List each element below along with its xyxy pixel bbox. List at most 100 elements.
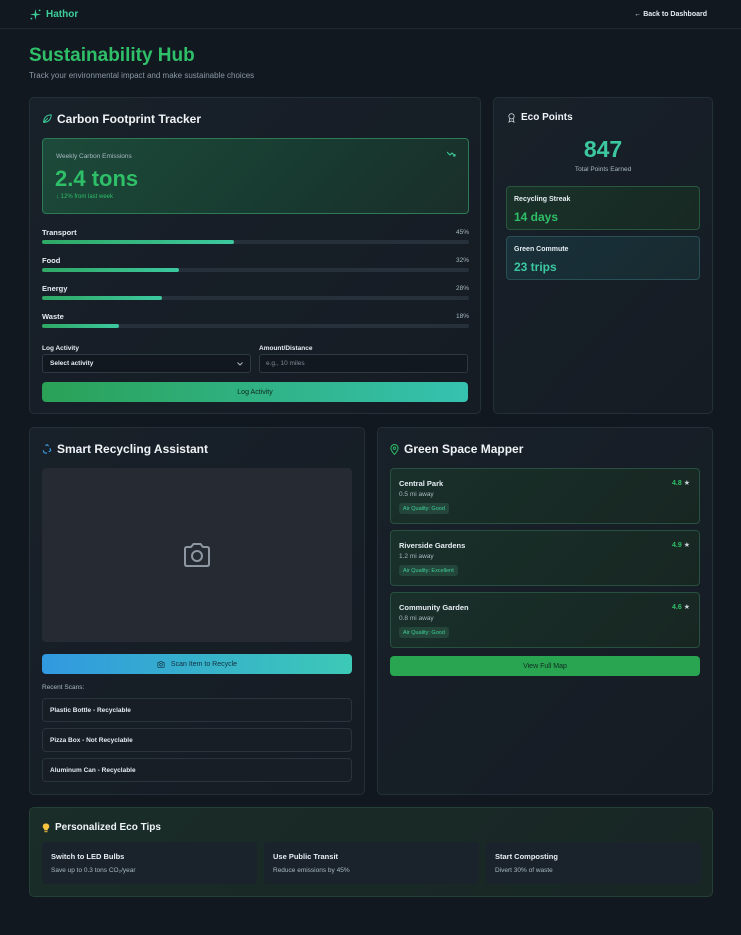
emissions-value: 2.4 tons [55,166,139,191]
recycling-assistant-card: Smart Recycling Assistant Scan Item to R… [29,427,365,795]
park-distance: 1.2 mi away [399,553,434,560]
breakdown-percent: 28% [455,285,469,292]
eco-tips-title: Personalized Eco Tips [42,822,161,833]
tip-text: Reduce emissions by 45% [273,867,350,874]
page-subtitle: Track your environmental impact and make… [29,71,255,80]
top-bar: Hathor ← Back to Dashboard [0,0,741,29]
eco-tips-title-text: Personalized Eco Tips [55,822,161,833]
brand-name: Hathor [46,8,79,20]
park-card-community-garden[interactable]: Community Garden 0.8 mi away 4.6 ★ Air Q… [390,592,700,648]
breakdown-percent: 45% [455,229,469,236]
park-name: Riverside Gardens [399,541,466,550]
eco-tips-card: Personalized Eco Tips Switch to LED Bulb… [29,807,713,897]
eco-points-card: Eco Points 847 Total Points Earned Recyc… [493,97,713,414]
rating-value: 4.6 [672,604,682,611]
air-quality-badge: Air Quality: Excellent [399,565,458,576]
recent-scan-item[interactable]: Pizza Box - Not Recyclable [42,728,352,752]
eco-points-title-text: Eco Points [521,112,573,123]
amount-input[interactable] [259,354,468,373]
back-to-dashboard-link[interactable]: ← Back to Dashboard [634,11,707,18]
lightbulb-icon [42,822,50,832]
emissions-label: Weekly Carbon Emissions [56,153,132,160]
activity-select[interactable]: Select activity [42,354,251,373]
star-icon: ★ [683,604,690,611]
carbon-tracker-card: Carbon Footprint Tracker Weekly Carbon E… [29,97,481,414]
rating-value: 4.8 [672,480,682,487]
trending-down-icon [447,151,456,157]
green-space-card: Green Space Mapper Central Park 0.5 mi a… [377,427,713,795]
carbon-tracker-title-text: Carbon Footprint Tracker [57,112,202,126]
progress-track [42,296,469,300]
total-points-value: 847 [583,136,623,162]
log-activity-button[interactable]: Log Activity [42,382,468,402]
weekly-emissions-panel: Weekly Carbon Emissions 2.4 tons ↓ 12% f… [42,138,469,214]
breakdown-percent: 18% [455,313,469,320]
stat-value: 14 days [514,210,559,224]
progress-fill [42,296,162,300]
park-card-riverside-gardens[interactable]: Riverside Gardens 1.2 mi away 4.9 ★ Air … [390,530,700,586]
carbon-tracker-title: Carbon Footprint Tracker [42,112,201,126]
progress-track [42,240,469,244]
tip-text: Divert 30% of waste [495,867,553,874]
tip-title: Start Composting [495,852,558,861]
breakdown-row-food: Food 32% [42,256,469,276]
map-pin-icon [390,443,399,455]
camera-icon [157,660,165,668]
total-points-label: Total Points Earned [574,166,632,173]
park-rating: 4.8 ★ [672,479,690,487]
green-space-title: Green Space Mapper [390,442,523,456]
progress-fill [42,324,119,328]
air-quality-badge: Air Quality: Good [399,627,449,638]
star-icon: ★ [683,480,690,487]
leaf-icon [43,114,52,123]
recent-scans-label: Recent Scans: [42,684,85,691]
progress-track [42,268,469,272]
breakdown-percent: 32% [455,257,469,264]
emissions-change: ↓ 12% from last week [56,194,114,200]
stat-value: 23 trips [514,260,557,274]
breakdown-row-energy: Energy 28% [42,284,469,304]
award-icon [508,112,515,123]
stat-label: Green Commute [514,246,569,253]
breakdown-label: Energy [42,284,68,293]
tip-card-public-transit[interactable]: Use Public Transit Reduce emissions by 4… [264,842,479,884]
amount-label: Amount/Distance [259,345,313,352]
activity-select-value: Select activity [50,360,94,367]
recycle-icon [42,444,52,454]
scan-item-label: Scan Item to Recycle [170,660,238,668]
park-card-central-park[interactable]: Central Park 0.5 mi away 4.8 ★ Air Quali… [390,468,700,524]
brand[interactable]: Hathor [30,8,79,20]
tip-text: Save up to 0.3 tons CO₂/year [51,867,136,874]
camera-icon [184,543,210,567]
chevron-down-icon [237,361,243,366]
recent-scan-item[interactable]: Plastic Bottle - Recyclable [42,698,352,722]
page-title: Sustainability Hub [29,45,195,66]
breakdown-label: Waste [42,312,64,321]
recycling-title: Smart Recycling Assistant [42,442,208,456]
view-full-map-button[interactable]: View Full Map [390,656,700,676]
park-rating: 4.9 ★ [672,541,690,549]
camera-preview[interactable] [42,468,352,642]
stat-label: Recycling Streak [514,196,571,203]
sparkle-logo-icon [30,8,41,20]
rating-value: 4.9 [672,542,682,549]
breakdown-row-transport: Transport 45% [42,228,469,248]
scan-item-button[interactable]: Scan Item to Recycle [42,654,352,674]
tip-card-composting[interactable]: Start Composting Divert 30% of waste [486,842,701,884]
progress-track [42,324,469,328]
breakdown-row-waste: Waste 18% [42,312,469,332]
progress-fill [42,268,179,272]
tip-card-led-bulbs[interactable]: Switch to LED Bulbs Save up to 0.3 tons … [42,842,257,884]
breakdown-label: Food [42,256,61,265]
recycling-streak-stat: Recycling Streak 14 days [506,186,700,230]
breakdown-label: Transport [42,228,77,237]
green-space-title-text: Green Space Mapper [404,442,524,456]
recycling-title-text: Smart Recycling Assistant [57,442,208,456]
progress-fill [42,240,235,244]
recent-scan-item[interactable]: Aluminum Can - Recyclable [42,758,352,782]
eco-points-title: Eco Points [507,112,573,123]
green-commute-stat: Green Commute 23 trips [506,236,700,280]
park-distance: 0.8 mi away [399,615,434,622]
air-quality-badge: Air Quality: Good [399,503,449,514]
park-distance: 0.5 mi away [399,491,434,498]
